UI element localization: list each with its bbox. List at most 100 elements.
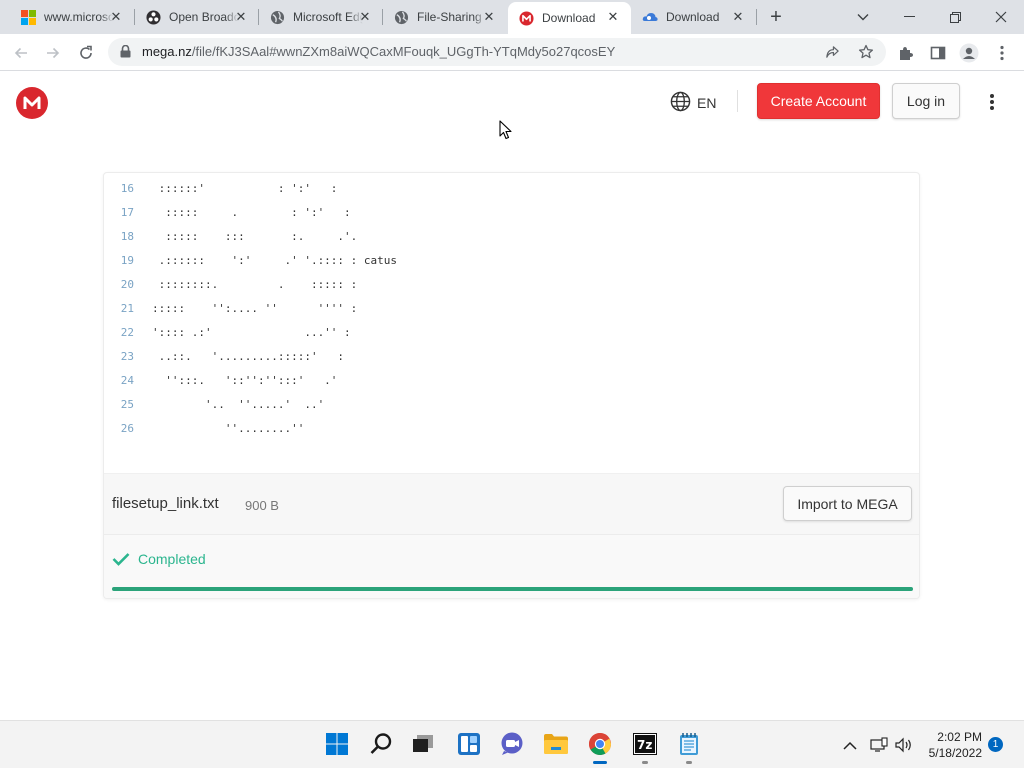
language-selector[interactable]: EN — [670, 91, 716, 115]
tab-obs[interactable]: Open Broadcaster ✕ — [135, 0, 259, 34]
code-line: 24 '':::. '::'':'':::' .' — [104, 368, 919, 392]
minimize-button[interactable] — [886, 0, 932, 34]
file-info-bar: filesetup_link.txt 900 B Import to MEGA — [104, 473, 919, 535]
tab-title: Microsoft Edge — [293, 10, 363, 24]
line-text: ''........'' — [152, 421, 305, 435]
code-line: 20 ::::::::. . ::::: : — [104, 272, 919, 296]
close-tab-icon[interactable]: ✕ — [233, 9, 249, 25]
microsoft-logo-icon — [20, 9, 36, 25]
side-panel-icon[interactable] — [927, 42, 949, 64]
line-text: ':::: .:' ...'' : — [152, 325, 351, 339]
code-line: 21::::: '':.... '' '''' : — [104, 296, 919, 320]
search-icon[interactable] — [366, 729, 396, 759]
back-button[interactable] — [8, 40, 34, 66]
running-indicator — [593, 761, 607, 764]
close-tab-icon[interactable]: ✕ — [730, 9, 746, 25]
code-line: 22 ':::: .:' ...'' : — [104, 320, 919, 344]
chrome-menu-icon[interactable] — [991, 42, 1013, 64]
tab-download-mega[interactable]: Download ✕ — [508, 2, 631, 34]
bookmark-star-icon[interactable] — [858, 44, 874, 60]
line-text: ::::::' : ':' : — [152, 181, 338, 195]
more-menu-icon[interactable] — [982, 92, 1002, 112]
network-icon[interactable] — [870, 721, 888, 768]
taskbar: 7z 2:02 PM 5/18/2022 — [0, 720, 1024, 768]
line-number: 19 — [120, 253, 134, 267]
widgets-icon[interactable] — [454, 729, 484, 759]
globe-icon — [269, 9, 285, 25]
windows-start-icon[interactable] — [322, 729, 352, 759]
close-tab-icon[interactable]: ✕ — [108, 9, 124, 25]
share-icon[interactable] — [824, 44, 840, 60]
tab-microsoft[interactable]: www.microsoft.com ✕ — [10, 0, 134, 34]
url-path: /file/fKJ3SAal#wwnZXm8aiWQCaxMFouqk_UGgT… — [191, 44, 616, 59]
notification-badge[interactable]: 1 — [988, 737, 1003, 752]
tab-search-chevron-icon[interactable] — [840, 0, 886, 34]
restore-button[interactable] — [932, 0, 978, 34]
close-tab-icon[interactable]: ✕ — [481, 9, 497, 25]
lock-icon[interactable] — [120, 44, 131, 63]
close-window-button[interactable] — [978, 0, 1024, 34]
running-indicator — [642, 761, 648, 764]
status-text: Completed — [138, 551, 206, 567]
close-tab-icon[interactable]: ✕ — [357, 9, 373, 25]
running-indicator — [686, 761, 692, 764]
extensions-puzzle-icon[interactable] — [895, 42, 917, 64]
close-tab-icon[interactable]: ✕ — [605, 9, 621, 25]
address-bar[interactable]: mega.nz/file/fKJ3SAal#wwnZXm8aiWQCaxMFou… — [108, 38, 886, 66]
line-number: 20 — [120, 277, 134, 291]
tab-strip: www.microsoft.com ✕ Open Broadcaster ✕ M… — [0, 0, 1024, 34]
new-tab-button[interactable]: + — [765, 7, 787, 29]
reload-button[interactable] — [73, 40, 99, 66]
line-number: 18 — [120, 229, 134, 243]
code-line: 23 ..::. '.........:::::' : — [104, 344, 919, 368]
text-preview: 16 ::::::' : ':' : 17 ::::: . : ':' : 18… — [104, 173, 919, 473]
7zip-icon[interactable]: 7z — [630, 729, 660, 764]
line-number: 26 — [120, 421, 134, 435]
cloud-icon — [642, 9, 658, 25]
line-text: .:::::: ':' .' '.:::: : catus — [152, 253, 398, 267]
notepad-icon[interactable] — [674, 729, 704, 764]
profile-avatar-icon[interactable] — [958, 42, 980, 64]
tab-title: Download — [666, 10, 720, 24]
teams-chat-icon[interactable] — [497, 729, 527, 759]
task-view-icon[interactable] — [408, 729, 438, 759]
download-status: Completed — [104, 535, 919, 598]
line-number: 23 — [120, 349, 134, 363]
import-to-mega-button[interactable]: Import to MEGA — [783, 486, 912, 521]
line-text: ..::. '.........:::::' : — [152, 349, 345, 363]
language-code: EN — [697, 95, 717, 111]
login-button[interactable]: Log in — [892, 83, 960, 119]
line-number: 21 — [120, 301, 134, 315]
mega-logo[interactable] — [16, 87, 48, 119]
clock-date: 5/18/2022 — [928, 746, 982, 760]
progress-bar — [112, 587, 913, 591]
line-text: ::::: ::: :. .'. — [152, 229, 358, 243]
url-text: mega.nz/file/fKJ3SAal#wwnZXm8aiWQCaxMFou… — [142, 44, 615, 59]
code-line: 26 ''........'' — [104, 416, 919, 440]
tab-separator — [756, 9, 757, 25]
chrome-icon[interactable] — [585, 729, 615, 764]
line-number: 22 — [120, 325, 134, 339]
line-text: ::::::::. . ::::: : — [152, 277, 358, 291]
line-number: 16 — [120, 181, 134, 195]
volume-icon[interactable] — [895, 721, 913, 768]
tab-file-sharing[interactable]: File-Sharing ✕ — [383, 0, 507, 34]
line-number: 24 — [120, 373, 134, 387]
code-line: 18 ::::: ::: :. .'. — [104, 224, 919, 248]
forward-button[interactable] — [40, 40, 66, 66]
tab-title: Open Broadcaster — [169, 10, 239, 24]
url-host: mega.nz — [142, 44, 192, 59]
create-account-button[interactable]: Create Account — [757, 83, 880, 119]
obs-icon — [145, 9, 161, 25]
code-line: 19 .:::::: ':' .' '.:::: : catus — [104, 248, 919, 272]
file-preview-card: 16 ::::::' : ':' : 17 ::::: . : ':' : 18… — [103, 172, 920, 599]
file-size: 900 B — [245, 498, 279, 513]
progress-fill — [112, 587, 913, 591]
checkmark-icon — [112, 552, 130, 571]
show-hidden-icons-chevron-icon[interactable] — [843, 721, 857, 768]
mouse-cursor-icon — [499, 120, 512, 145]
tab-download-other[interactable]: Download ✕ — [632, 0, 756, 34]
tab-microsoft-edge[interactable]: Microsoft Edge ✕ — [259, 0, 383, 34]
file-explorer-icon[interactable] — [541, 729, 571, 759]
system-clock[interactable]: 2:02 PM 5/18/2022 — [920, 729, 982, 761]
